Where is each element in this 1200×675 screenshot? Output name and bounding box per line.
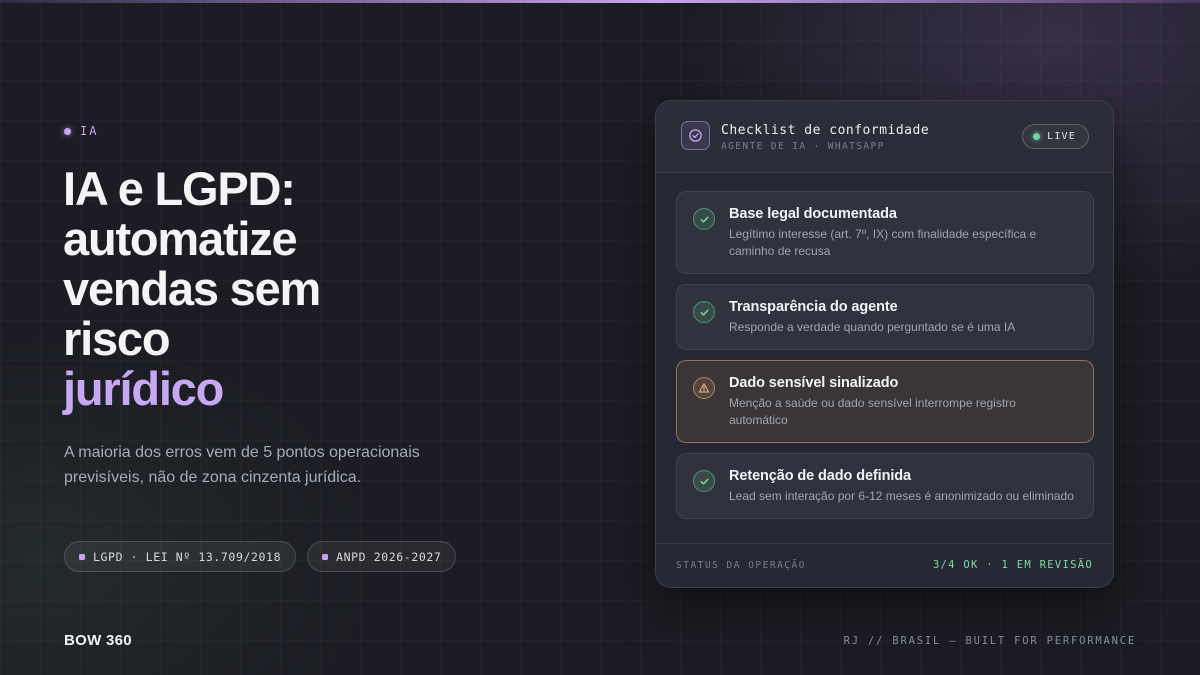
checklist-items: Base legal documentada Legítimo interess…	[676, 191, 1094, 529]
headline-line-4: risco	[63, 312, 171, 365]
headline-line-1: IA e LGPD:	[63, 162, 296, 215]
checklist-card: Checklist de conformidade AGENTE DE IA ·…	[655, 100, 1114, 588]
live-label: LIVE	[1047, 131, 1076, 142]
item-title: Base legal documentada	[729, 206, 897, 222]
item-description: Legítimo interesse (art. 7º, IX) com fin…	[729, 227, 1037, 258]
check-icon	[693, 470, 715, 492]
tag-bullet-icon	[79, 553, 85, 560]
check-icon	[693, 208, 715, 230]
checklist-item-transparencia: Transparência do agente Responde a verda…	[676, 284, 1094, 350]
status-value: 3/4 OK · 1 EM REVISÃO	[932, 559, 1093, 571]
check-icon	[693, 301, 715, 323]
item-title: Retenção de dado definida	[729, 468, 911, 484]
tag-bullet-icon	[322, 553, 329, 560]
card-header: Checklist de conformidade AGENTE DE IA ·…	[656, 101, 1113, 173]
eyebrow-label: IA	[80, 124, 99, 138]
live-dot-icon	[1033, 133, 1041, 140]
tag-label: ANPD 2026-2027	[336, 549, 442, 564]
live-badge: LIVE	[1022, 124, 1089, 149]
brand-logo: BOW 360	[64, 632, 132, 649]
eyebrow-dot-icon	[64, 127, 71, 135]
card-subtitle: AGENTE DE IA · WHATSAPP	[721, 141, 885, 152]
tag-anpd: ANPD 2026-2027	[307, 541, 457, 572]
status-label: STATUS DA OPERAÇÃO	[676, 560, 806, 571]
item-description: Menção a saúde ou dado sensível interrom…	[729, 396, 1016, 427]
card-title: Checklist de conformidade	[721, 123, 930, 138]
checklist-item-base-legal: Base legal documentada Legítimo interess…	[676, 191, 1094, 274]
footer-tagline: RJ // BRASIL — BUILT FOR PERFORMANCE	[843, 635, 1136, 647]
check-circle-icon	[681, 121, 710, 150]
checklist-item-retencao: Retenção de dado definida Lead sem inter…	[676, 453, 1094, 519]
page-subtitle: A maioria dos erros vem de 5 pontos oper…	[64, 444, 420, 486]
category-eyebrow: IA	[64, 124, 98, 138]
card-footer: STATUS DA OPERAÇÃO 3/4 OK · 1 EM REVISÃO	[656, 543, 1113, 587]
item-description: Lead sem interação por 6-12 meses é anon…	[729, 489, 1074, 503]
tag-label: LGPD · LEI Nº 13.709/2018	[93, 549, 282, 564]
item-title: Transparência do agente	[729, 299, 898, 315]
item-title: Dado sensível sinalizado	[729, 375, 899, 391]
headline-line-2: automatize	[63, 212, 298, 265]
headline-line-3: vendas sem	[63, 262, 321, 315]
item-description: Responde a verdade quando perguntado se …	[729, 320, 1016, 334]
tag-lgpd: LGPD · LEI Nº 13.709/2018	[64, 541, 297, 572]
tag-list: LGPD · LEI Nº 13.709/2018 ANPD 2026-2027	[64, 541, 457, 572]
top-accent-bar	[0, 0, 1200, 3]
headline-accent: jurídico	[63, 362, 224, 415]
page-title: IA e LGPD: automatize vendas sem risco j…	[63, 164, 503, 414]
checklist-item-dado-sensivel: Dado sensível sinalizado Menção a saúde …	[676, 360, 1094, 443]
warning-triangle-icon	[693, 377, 715, 399]
